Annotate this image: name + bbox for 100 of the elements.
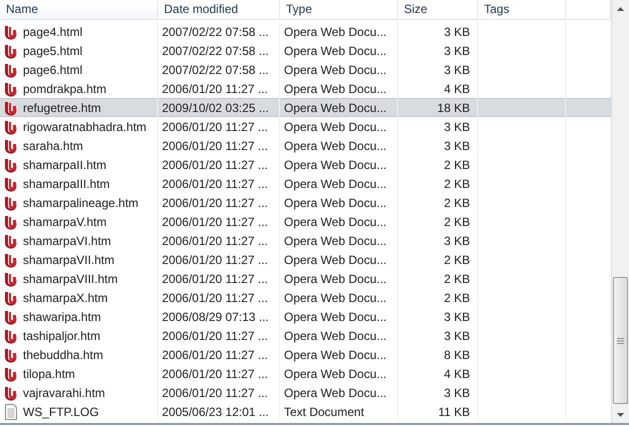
file-size: 11 KB bbox=[438, 404, 470, 418]
file-icon bbox=[4, 290, 18, 306]
scroll-thumb[interactable] bbox=[613, 277, 628, 404]
file-size: 18 KB bbox=[437, 100, 470, 114]
file-size: 3 KB bbox=[444, 234, 470, 248]
file-icon bbox=[4, 214, 18, 230]
file-name: shamarpalineage.htm bbox=[23, 196, 138, 210]
file-row[interactable]: tilopa.htm 2006/01/20 11:27 ... Opera Web Docu... 4 KB bbox=[0, 364, 611, 383]
date-modified: 2006/01/20 11:27 ... bbox=[162, 138, 268, 152]
file-size: 2 KB bbox=[444, 158, 470, 172]
grip-icon bbox=[617, 338, 624, 344]
file-name: shamarpaIII.htm bbox=[23, 176, 110, 190]
file-row[interactable]: vajravarahi.htm 2006/01/20 11:27 ... Opera Web Docu... 3 KB bbox=[0, 383, 611, 402]
date-modified: 2006/01/20 11:27 ... bbox=[162, 120, 268, 134]
file-type: Opera Web Docu... bbox=[284, 328, 386, 342]
file-row[interactable]: shamarpaII.htm 2006/01/20 11:27 ... Opera Web Docu... 2 KB bbox=[0, 155, 611, 174]
file-row[interactable]: thebuddha.htm 2006/01/20 11:27 ... Opera Web Docu... 8 KB bbox=[0, 345, 611, 364]
file-name: page6.html bbox=[23, 62, 82, 76]
column-header[interactable]: Type bbox=[286, 2, 312, 16]
file-type: Opera Web Docu... bbox=[284, 196, 386, 210]
file-type: Opera Web Docu... bbox=[284, 120, 386, 134]
file-size: 3 KB bbox=[444, 310, 470, 324]
file-row[interactable]: shamarpalineage.htm 2006/01/20 11:27 ... Opera Web Docu... 2 KB bbox=[0, 193, 611, 212]
file-size: 2 KB bbox=[444, 272, 470, 286]
date-modified: 2007/02/22 07:58 ... bbox=[162, 62, 269, 76]
file-icon bbox=[4, 328, 18, 344]
file-size: 2 KB bbox=[444, 290, 470, 304]
file-type: Opera Web Docu... bbox=[284, 62, 386, 76]
file-row[interactable]: saraha.htm 2006/01/20 11:27 ... Opera Web Docu... 3 KB bbox=[0, 136, 611, 155]
file-row[interactable]: shawaripa.htm 2006/08/29 07:13 ... Opera Web Docu... 3 KB bbox=[0, 307, 611, 326]
file-icon bbox=[4, 346, 18, 362]
file-name: tashipaljor.htm bbox=[23, 328, 100, 342]
file-size: 2 KB bbox=[444, 196, 470, 210]
file-type: Opera Web Docu... bbox=[284, 234, 386, 248]
file-icon bbox=[4, 24, 18, 40]
file-type: Opera Web Docu... bbox=[284, 386, 386, 400]
file-icon bbox=[4, 118, 18, 134]
file-name: shamarpaII.htm bbox=[23, 158, 106, 172]
file-icon bbox=[4, 100, 18, 116]
date-modified: 2006/01/20 11:27 ... bbox=[162, 252, 268, 266]
file-size: 3 KB bbox=[444, 62, 470, 76]
date-modified: 2006/01/20 11:27 ... bbox=[162, 272, 268, 286]
file-name: shamarpaVIII.htm bbox=[23, 272, 118, 286]
file-row[interactable]: shamarpaV.htm 2006/01/20 11:27 ... Opera Web Docu... 2 KB bbox=[0, 212, 611, 231]
date-modified: 2007/02/22 07:58 ... bbox=[162, 24, 269, 38]
file-size: 2 KB bbox=[444, 176, 470, 190]
file-type: Opera Web Docu... bbox=[284, 138, 386, 152]
file-size: 3 KB bbox=[444, 386, 470, 400]
file-row[interactable]: shamarpaX.htm 2006/01/20 11:27 ... Opera Web Docu... 2 KB bbox=[0, 288, 611, 307]
file-row[interactable]: shamarpaVI.htm 2006/01/20 11:27 ... Opera Web Docu... 3 KB bbox=[0, 231, 611, 250]
column-header[interactable]: Name bbox=[6, 2, 38, 16]
file-icon bbox=[4, 138, 18, 154]
file-icon bbox=[4, 176, 18, 192]
file-icon bbox=[4, 156, 18, 172]
file-size: 2 KB bbox=[444, 214, 470, 228]
file-type: Opera Web Docu... bbox=[284, 176, 386, 190]
file-row[interactable]: rigowaratnabhadra.htm 2006/01/20 11:27 ... Opera Web Docu... 3 KB bbox=[0, 117, 611, 136]
file-size: 4 KB bbox=[444, 82, 470, 96]
file-name: WS_FTP.LOG bbox=[23, 404, 99, 418]
date-modified: 2006/01/20 11:27 ... bbox=[162, 366, 268, 380]
scrollbar[interactable] bbox=[611, 0, 629, 423]
file-name: shamarpaX.htm bbox=[23, 290, 108, 304]
file-row[interactable]: tashipaljor.htm 2006/01/20 11:27 ... Opera Web Docu... 3 KB bbox=[0, 326, 611, 345]
file-row[interactable]: page5.html 2007/02/22 07:58 ... Opera Web Docu... 3 KB bbox=[0, 41, 611, 60]
file-name: page4.html bbox=[23, 24, 82, 38]
date-modified: 2006/01/20 11:27 ... bbox=[162, 386, 268, 400]
file-icon bbox=[4, 270, 18, 286]
scroll-up-icon[interactable] bbox=[617, 6, 624, 10]
file-icon bbox=[4, 42, 18, 58]
file-type: Opera Web Docu... bbox=[284, 348, 386, 362]
file-name: saraha.htm bbox=[23, 138, 84, 152]
scroll-down-icon[interactable] bbox=[617, 412, 624, 416]
file-row[interactable]: refugetree.htm 2009/10/02 03:25 ... Opera Web Docu... 18 KB bbox=[0, 98, 611, 117]
file-type: Opera Web Docu... bbox=[284, 44, 386, 58]
file-row[interactable]: shamarpaVII.htm 2006/01/20 11:27 ... Opera Web Docu... 2 KB bbox=[0, 250, 611, 269]
file-name: rigowaratnabhadra.htm bbox=[23, 120, 146, 134]
file-size: 3 KB bbox=[444, 24, 470, 38]
file-name: shamarpaVII.htm bbox=[23, 252, 114, 266]
file-name: shamarpaV.htm bbox=[23, 214, 107, 228]
column-header[interactable]: Date modified bbox=[164, 2, 238, 16]
file-name: vajravarahi.htm bbox=[23, 386, 106, 400]
column-header[interactable]: Tags bbox=[484, 2, 510, 16]
date-modified: 2006/01/20 11:27 ... bbox=[162, 234, 268, 248]
file-row[interactable]: page4.html 2007/02/22 07:58 ... Opera Web Docu... 3 KB bbox=[0, 22, 611, 41]
file-type: Opera Web Docu... bbox=[284, 24, 386, 38]
file-type: Opera Web Docu... bbox=[284, 290, 386, 304]
date-modified: 2007/02/22 07:58 ... bbox=[162, 44, 269, 58]
date-modified: 2006/01/20 11:27 ... bbox=[162, 348, 268, 362]
date-modified: 2006/01/20 11:27 ... bbox=[162, 196, 268, 210]
file-row[interactable]: shamarpaIII.htm 2006/01/20 11:27 ... Opera Web Docu... 2 KB bbox=[0, 174, 611, 193]
file-row[interactable]: shamarpaVIII.htm 2006/01/20 11:27 ... Opera Web Docu... 2 KB bbox=[0, 269, 611, 288]
column-header[interactable]: Size bbox=[404, 2, 428, 16]
file-row[interactable]: page6.html 2007/02/22 07:58 ... Opera Web Docu... 3 KB bbox=[0, 60, 611, 79]
file-type: Opera Web Docu... bbox=[284, 252, 386, 266]
file-icon bbox=[4, 232, 18, 248]
date-modified: 2005/06/23 12:01 ... bbox=[162, 404, 269, 418]
file-row[interactable]: WS_FTP.LOG 2005/06/23 12:01 ... Text Document 11 KB bbox=[0, 402, 611, 421]
file-size: 3 KB bbox=[444, 138, 470, 152]
file-icon bbox=[4, 252, 18, 268]
file-type: Opera Web Docu... bbox=[284, 214, 386, 228]
